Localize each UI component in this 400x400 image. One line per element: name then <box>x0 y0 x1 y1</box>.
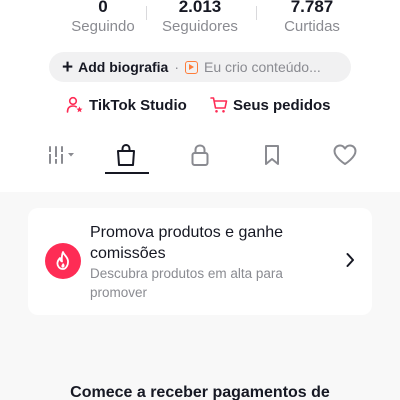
likes-count: 7.787 <box>290 0 334 16</box>
tab-private[interactable] <box>175 135 225 175</box>
plus-icon: + <box>62 56 74 78</box>
profile-stats: 0 Seguindo 2.013 Seguidores 7.787 Curtid… <box>0 0 400 40</box>
followers-stat[interactable]: 2.013 Seguidores <box>140 0 260 37</box>
flame-icon <box>45 243 81 279</box>
add-bio-bar[interactable]: + Add biografia · Eu crio conteúdo... <box>49 52 351 82</box>
tab-videos[interactable] <box>35 135 85 175</box>
tab-shop[interactable] <box>101 135 151 175</box>
likes-stat[interactable]: 7.787 Curtidas <box>252 0 372 37</box>
followers-count: 2.013 <box>178 0 222 16</box>
likes-label: Curtidas <box>284 18 340 35</box>
tab-liked[interactable] <box>320 135 370 175</box>
promo-title: Promova produtos e ganhe comissões <box>90 224 284 262</box>
bio-separator: · <box>174 59 180 75</box>
tab-saved[interactable] <box>247 135 297 175</box>
add-bio-label: Add biografia <box>78 59 169 75</box>
lock-icon <box>191 144 209 166</box>
payments-heading: Comece a receber pagamentos de <box>70 384 330 400</box>
heart-icon <box>333 144 357 165</box>
bookmark-icon <box>265 145 279 165</box>
active-tab-indicator <box>105 172 149 174</box>
grid-bars-icon <box>48 146 74 164</box>
play-square-icon <box>185 60 199 74</box>
promo-card[interactable]: Promova produtos e ganhe comissões Descu… <box>28 208 372 315</box>
tiktok-studio-label: TikTok Studio <box>89 96 187 114</box>
orders-link[interactable]: Seus pedidos <box>210 96 331 114</box>
person-star-icon <box>66 96 83 113</box>
promo-subtitle: Descubra produtos em alta para promover <box>90 266 283 300</box>
chevron-right-icon <box>346 253 354 267</box>
followers-label: Seguidores <box>162 18 238 35</box>
bio-video-text: Eu crio conteúdo... <box>204 59 321 75</box>
orders-label: Seus pedidos <box>233 96 331 114</box>
shopping-bag-icon <box>117 143 135 166</box>
profile-links: TikTok Studio Seus pedidos <box>0 96 400 118</box>
profile-tabs <box>0 135 400 175</box>
cart-icon <box>210 97 228 113</box>
tiktok-studio-link[interactable]: TikTok Studio <box>66 96 187 114</box>
